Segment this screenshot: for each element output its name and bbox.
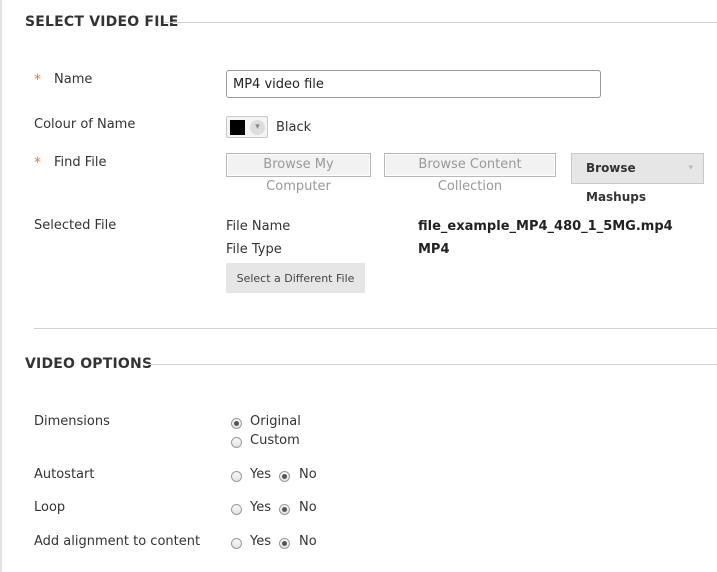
- dimensions-custom-radio[interactable]: [231, 437, 242, 448]
- loop-yes-radio[interactable]: [231, 504, 242, 515]
- alignment-no-label: No: [299, 534, 317, 549]
- chevron-down-icon: ▾: [250, 120, 265, 135]
- colour-picker[interactable]: ▾: [226, 116, 268, 138]
- browse-mashups-button[interactable]: Browse Mashups ▾: [571, 153, 704, 204]
- loop-yes-label: Yes: [250, 500, 271, 515]
- file-type-value: MP4: [418, 242, 450, 257]
- section-divider: [164, 22, 717, 23]
- alignment-yes-label: Yes: [250, 534, 271, 549]
- file-type-label: File Type: [226, 242, 282, 257]
- autostart-label: Autostart: [34, 467, 95, 482]
- section-title-select-video-file: SELECT VIDEO FILE: [25, 14, 179, 30]
- loop-no-radio[interactable]: [279, 504, 290, 515]
- required-marker: *: [34, 155, 41, 171]
- colour-chip: [230, 120, 245, 135]
- dimensions-custom-label: Custom: [250, 433, 300, 448]
- section-separator: [34, 328, 717, 329]
- name-input[interactable]: [226, 70, 601, 98]
- autostart-no-label: No: [299, 467, 317, 482]
- loop-label: Loop: [34, 500, 66, 515]
- chevron-down-icon: ▾: [688, 163, 693, 173]
- browse-mashups-label: Browse Mashups: [586, 161, 646, 204]
- required-marker: *: [34, 72, 41, 88]
- file-name-label: File Name: [226, 219, 291, 234]
- autostart-yes-radio[interactable]: [231, 471, 242, 482]
- browse-my-computer-button[interactable]: Browse My Computer: [226, 153, 371, 194]
- section-title-video-options: VIDEO OPTIONS: [25, 356, 153, 372]
- autostart-yes-label: Yes: [250, 467, 271, 482]
- add-alignment-label: Add alignment to content: [34, 534, 201, 549]
- autostart-no-radio[interactable]: [279, 471, 290, 482]
- alignment-yes-radio[interactable]: [231, 538, 242, 549]
- select-different-file-button[interactable]: Select a Different File: [226, 263, 365, 293]
- alignment-no-radio[interactable]: [279, 538, 290, 549]
- dimensions-label: Dimensions: [34, 414, 110, 429]
- section-divider: [148, 364, 717, 365]
- dimensions-original-radio[interactable]: [231, 418, 242, 429]
- dimensions-original-label: Original: [250, 414, 301, 429]
- find-file-label: Find File: [54, 155, 107, 170]
- loop-no-label: No: [299, 500, 317, 515]
- browse-content-collection-button[interactable]: Browse Content Collection: [384, 153, 556, 194]
- left-border: [0, 0, 2, 572]
- file-name-value: file_example_MP4_480_1_5MG.mp4: [418, 219, 673, 234]
- colour-of-name-label: Colour of Name: [34, 117, 136, 132]
- colour-value: Black: [276, 120, 312, 135]
- selected-file-label: Selected File: [34, 218, 117, 233]
- name-label: Name: [54, 72, 93, 87]
